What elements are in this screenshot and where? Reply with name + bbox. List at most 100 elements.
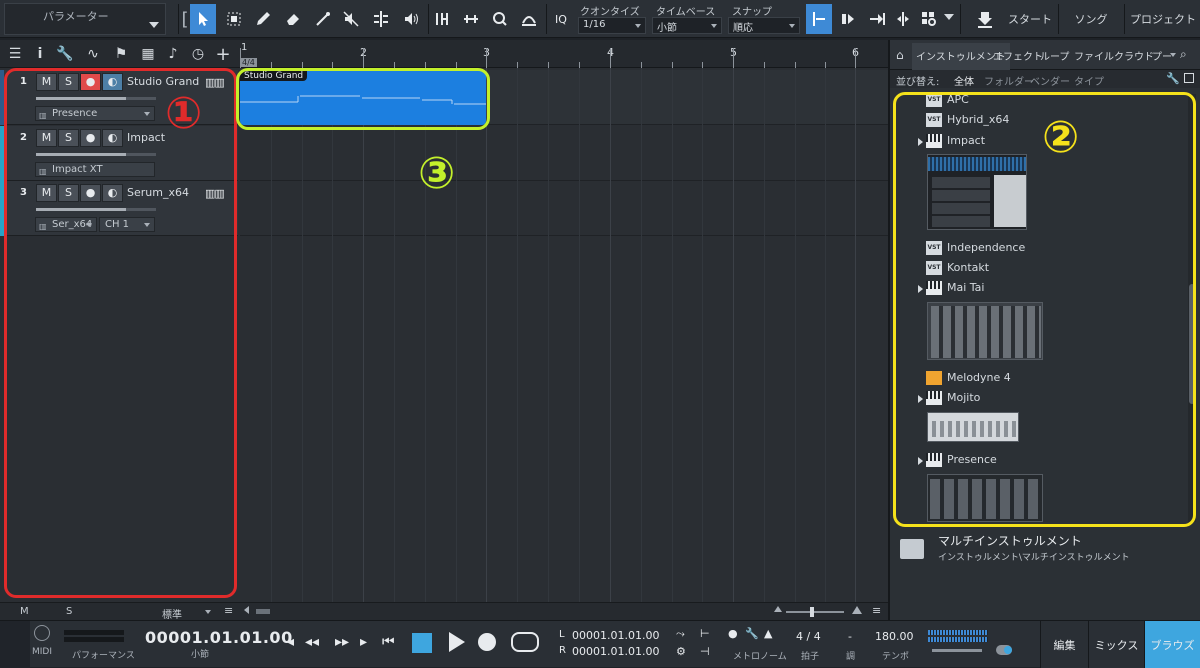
gear-icon[interactable]: ⚙ <box>676 645 686 658</box>
chevron-down-icon[interactable] <box>205 610 211 614</box>
precount-icon[interactable]: ⤳ <box>676 627 685 641</box>
bend-tool-button[interactable] <box>430 4 456 34</box>
paint-tool-button[interactable] <box>250 4 276 34</box>
quantize-button[interactable] <box>487 4 513 34</box>
track-lane[interactable] <box>240 181 888 236</box>
add-track-icon[interactable]: + <box>214 44 232 65</box>
metronome-icon[interactable]: ▲ <box>764 627 772 640</box>
groove-icon <box>522 16 536 26</box>
start-label: スタート <box>1008 13 1052 26</box>
wrench-icon[interactable]: 🔧 <box>1166 72 1180 85</box>
sort-all[interactable]: 全体 <box>954 73 974 88</box>
snap-dropdown[interactable]: 順応 <box>728 17 800 34</box>
time-display[interactable]: 00001.01.01.00 <box>145 628 293 647</box>
fast-forward-button[interactable]: ▸▸ <box>335 634 349 650</box>
key-value[interactable]: - <box>848 630 852 643</box>
record-button[interactable] <box>478 633 496 651</box>
zoom-out-icon[interactable] <box>774 606 782 612</box>
browse-mode-button[interactable]: ブラウズ <box>1144 621 1200 668</box>
tab-pool[interactable]: プー <box>1152 48 1172 63</box>
download-button[interactable] <box>970 4 1000 34</box>
tempo-value[interactable]: 180.00 <box>875 630 914 643</box>
clock-icon[interactable]: ◷ <box>189 45 207 63</box>
home-icon[interactable]: ⌂ <box>896 48 904 62</box>
menu-icon[interactable]: ≡ <box>224 604 233 617</box>
rewind-button[interactable]: ◂◂ <box>305 634 319 650</box>
tab-files[interactable]: ファイル <box>1074 48 1114 63</box>
project-button[interactable]: プロジェクト <box>1126 4 1200 34</box>
tab-cloud[interactable]: クラウド <box>1114 48 1154 63</box>
search-icon[interactable]: ⌕ <box>1180 47 1187 62</box>
arranger-icon[interactable]: ▦ <box>139 45 157 63</box>
automation-icon[interactable]: ∿ <box>84 45 102 63</box>
timeline-ruler[interactable]: 1 2 3 4 5 6 4/4 <box>240 40 888 68</box>
marker-flag-icon[interactable]: ⚑ <box>112 45 130 63</box>
track-height-selector[interactable]: 標準 <box>162 606 182 621</box>
split-tool-button[interactable] <box>368 4 394 34</box>
iq-button[interactable]: IQ <box>548 4 574 34</box>
menu-icon[interactable]: ≡ <box>872 604 881 617</box>
sort-row: 並び替え: 全体 フォルダー ベンダー タイプ 🔧 <box>890 70 1200 88</box>
main-volume-slider[interactable] <box>932 649 982 652</box>
time-signature-marker[interactable]: 4/4 <box>240 58 257 67</box>
wrench-icon[interactable]: 🔧 <box>745 627 759 640</box>
chevron-down-icon[interactable] <box>944 14 954 20</box>
edit-mode-button[interactable]: 編集 <box>1040 621 1088 668</box>
line-icon <box>316 12 330 26</box>
range-select-icon <box>227 12 241 26</box>
autopunch-icon[interactable]: ⊣ <box>700 645 710 658</box>
mute-tool-button[interactable] <box>338 4 364 34</box>
snap-value: 順応 <box>733 23 753 34</box>
groove-button[interactable] <box>516 4 542 34</box>
scroll-left-icon[interactable] <box>244 606 249 614</box>
tab-loops[interactable]: ループ <box>1040 48 1069 63</box>
scroll-thumb[interactable] <box>256 609 270 614</box>
loop-right-value[interactable]: 00001.01.01.00 <box>572 645 659 658</box>
sort-type[interactable]: タイプ <box>1074 73 1104 88</box>
preroll-icon[interactable]: ⊢ <box>700 627 710 640</box>
zoom-tool-button[interactable] <box>890 4 916 34</box>
zoom-slider[interactable] <box>786 611 844 613</box>
start-button[interactable]: スタート <box>1004 4 1056 34</box>
autoscroll-button[interactable] <box>836 4 862 34</box>
play-button[interactable] <box>449 632 465 652</box>
loop-forward-button[interactable]: ▸ <box>360 634 367 650</box>
wrench-icon[interactable]: 🔧 <box>56 45 74 63</box>
footer-s-button[interactable]: S <box>66 606 72 617</box>
arrow-tool-button[interactable] <box>190 4 216 34</box>
parameter-dropdown[interactable]: パラメーター <box>4 3 166 35</box>
snap-toggle-button[interactable] <box>806 4 832 34</box>
main-toolbar: パラメーター [ IQ クオンタイズ 1/16 タイムベース 小節 スナップ 順… <box>0 0 1200 38</box>
return-to-zero-button[interactable]: ⏮ <box>382 634 395 650</box>
quantize-dropdown[interactable]: 1/16 <box>578 17 646 34</box>
zoom-in-icon[interactable] <box>852 606 862 614</box>
zoom-slider-thumb[interactable] <box>810 607 814 617</box>
chevron-down-icon[interactable] <box>1170 53 1176 57</box>
arrange-scroll-bar[interactable]: ≡ <box>240 602 888 620</box>
info-icon[interactable]: i <box>31 45 49 63</box>
line-tool-button[interactable] <box>310 4 336 34</box>
metronome-toggle-icon[interactable]: ● <box>728 627 738 640</box>
grid-options-button[interactable] <box>916 4 942 34</box>
loop-back-button[interactable]: ◂ <box>287 634 294 650</box>
listen-tool-button[interactable] <box>398 4 424 34</box>
follow-button[interactable] <box>864 4 890 34</box>
loop-left-value[interactable]: 00001.01.01.00 <box>572 629 659 642</box>
window-icon[interactable] <box>1184 73 1194 83</box>
time-signature-value[interactable]: 4 / 4 <box>796 630 821 643</box>
timebase-dropdown[interactable]: 小節 <box>652 17 722 34</box>
mix-mode-button[interactable]: ミックス <box>1088 621 1144 668</box>
stretch-tool-button[interactable] <box>458 4 484 34</box>
sort-vendor[interactable]: ベンダー <box>1030 73 1070 88</box>
notes-icon[interactable]: ♪ <box>164 45 182 63</box>
eraser-tool-button[interactable] <box>280 4 306 34</box>
loop-button[interactable] <box>511 632 539 652</box>
track-lane[interactable] <box>240 126 888 181</box>
song-button[interactable]: ソング <box>1060 4 1122 34</box>
range-tool-button[interactable] <box>221 4 247 34</box>
footer-m-button[interactable]: M <box>20 606 29 617</box>
sort-folder[interactable]: フォルダー <box>984 73 1034 88</box>
tab-effects[interactable]: エフェクト <box>993 48 1043 63</box>
stop-button[interactable] <box>412 633 432 653</box>
menu-icon[interactable]: ☰ <box>6 45 24 63</box>
